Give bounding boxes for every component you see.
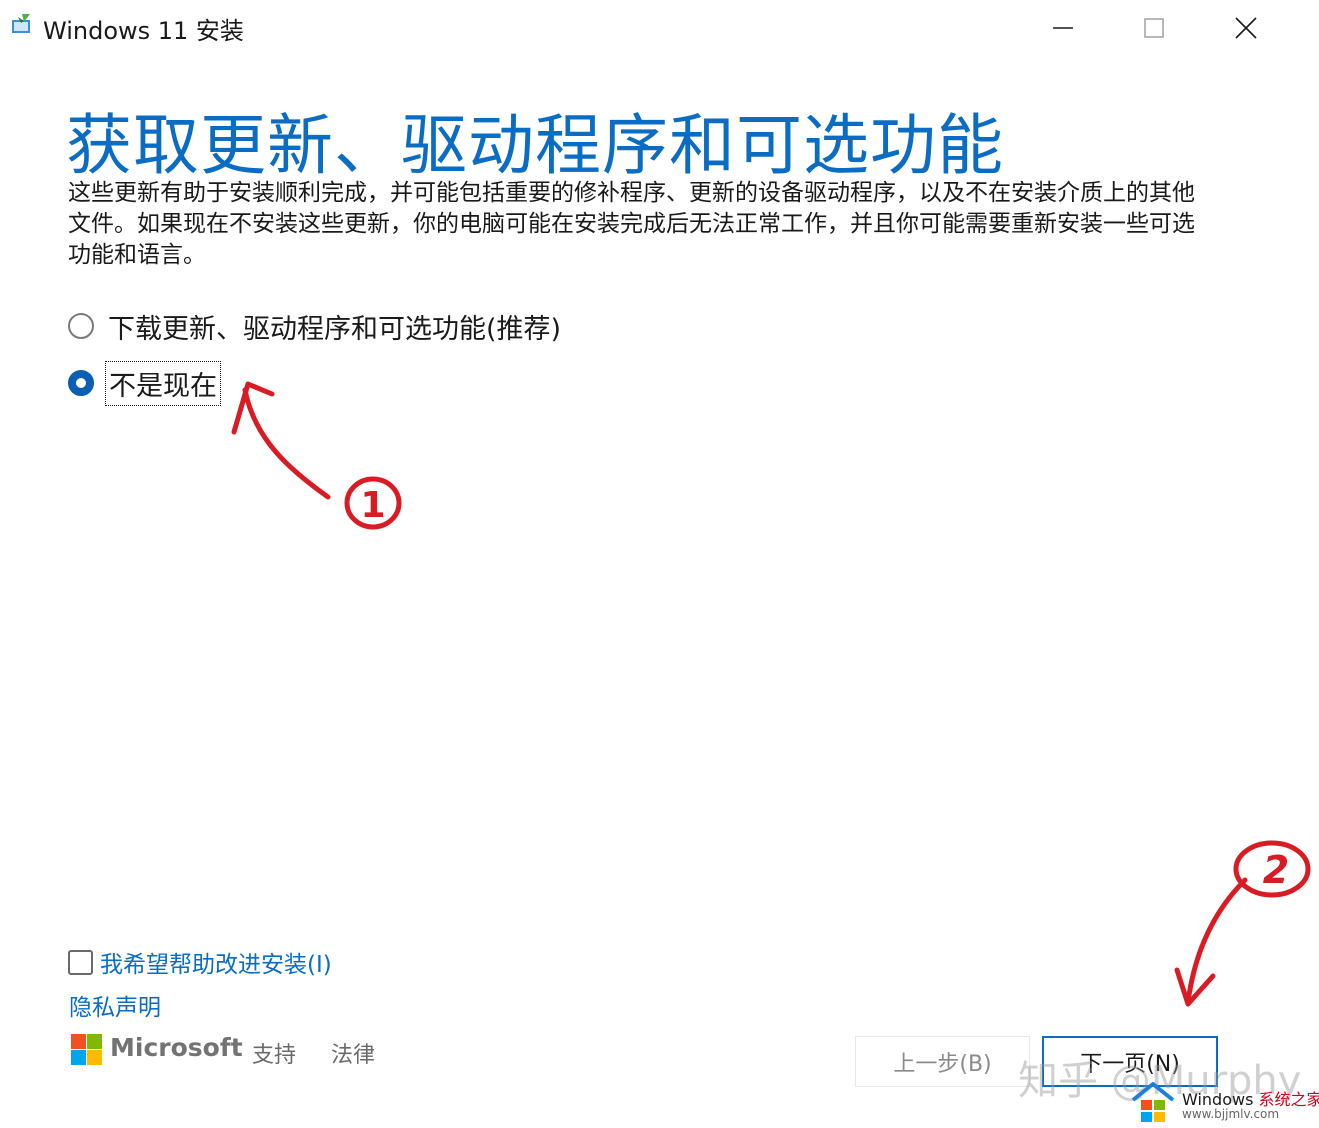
site-url: www.bjjmlv.com: [1182, 1107, 1280, 1121]
privacy-statement-link[interactable]: 隐私声明: [69, 988, 161, 1022]
improve-setup-label[interactable]: 我希望帮助改进安装(I): [100, 945, 332, 979]
maximize-button[interactable]: [1131, 8, 1177, 48]
house-logo-icon: [1131, 1082, 1175, 1122]
annotation-number-1: 1: [360, 485, 385, 526]
annotation-arrow-2: [1174, 877, 1248, 1007]
microsoft-wordmark: Microsoft: [110, 1033, 243, 1062]
window-title: Windows 11 安装: [43, 17, 244, 45]
option-download-updates-label: 下载更新、驱动程序和可选功能(推荐): [108, 313, 562, 345]
close-button[interactable]: [1223, 8, 1269, 48]
minimize-icon: [1053, 27, 1073, 29]
annotation-number-2: 2: [1263, 848, 1289, 892]
annotation-circle-2: 2: [1233, 840, 1311, 898]
page-title: 获取更新、驱动程序和可选功能: [66, 107, 1004, 184]
improve-setup-option[interactable]: 我希望帮助改进安装(I): [68, 946, 332, 978]
close-icon: [1235, 17, 1257, 39]
back-button[interactable]: 上一步(B): [855, 1036, 1030, 1087]
microsoft-logo-icon: [71, 1034, 102, 1065]
improve-setup-checkbox[interactable]: [68, 949, 93, 975]
page-description: 这些更新有助于安装顺利完成，并可能包括重要的修补程序、更新的设备驱动程序，以及不…: [68, 180, 1195, 268]
setup-app-icon: [12, 14, 30, 33]
legal-link[interactable]: 法律: [331, 1037, 375, 1069]
site-watermark-badge: Windows 系统之家 www.bjjmlv.com: [1128, 1080, 1319, 1124]
option-not-now[interactable]: 不是现在: [68, 360, 221, 406]
radio-not-now[interactable]: [68, 370, 94, 396]
annotation-circle-1: 1: [344, 476, 402, 530]
support-link[interactable]: 支持: [252, 1037, 296, 1069]
minimize-button[interactable]: [1040, 8, 1086, 48]
radio-download-updates[interactable]: [68, 313, 94, 339]
annotation-arrow-1: [231, 381, 331, 500]
option-download-updates[interactable]: 下载更新、驱动程序和可选功能(推荐): [68, 306, 561, 346]
maximize-icon: [1144, 18, 1164, 38]
option-not-now-label: 不是现在: [105, 360, 221, 406]
title-bar: Windows 11 安装: [0, 0, 1319, 56]
